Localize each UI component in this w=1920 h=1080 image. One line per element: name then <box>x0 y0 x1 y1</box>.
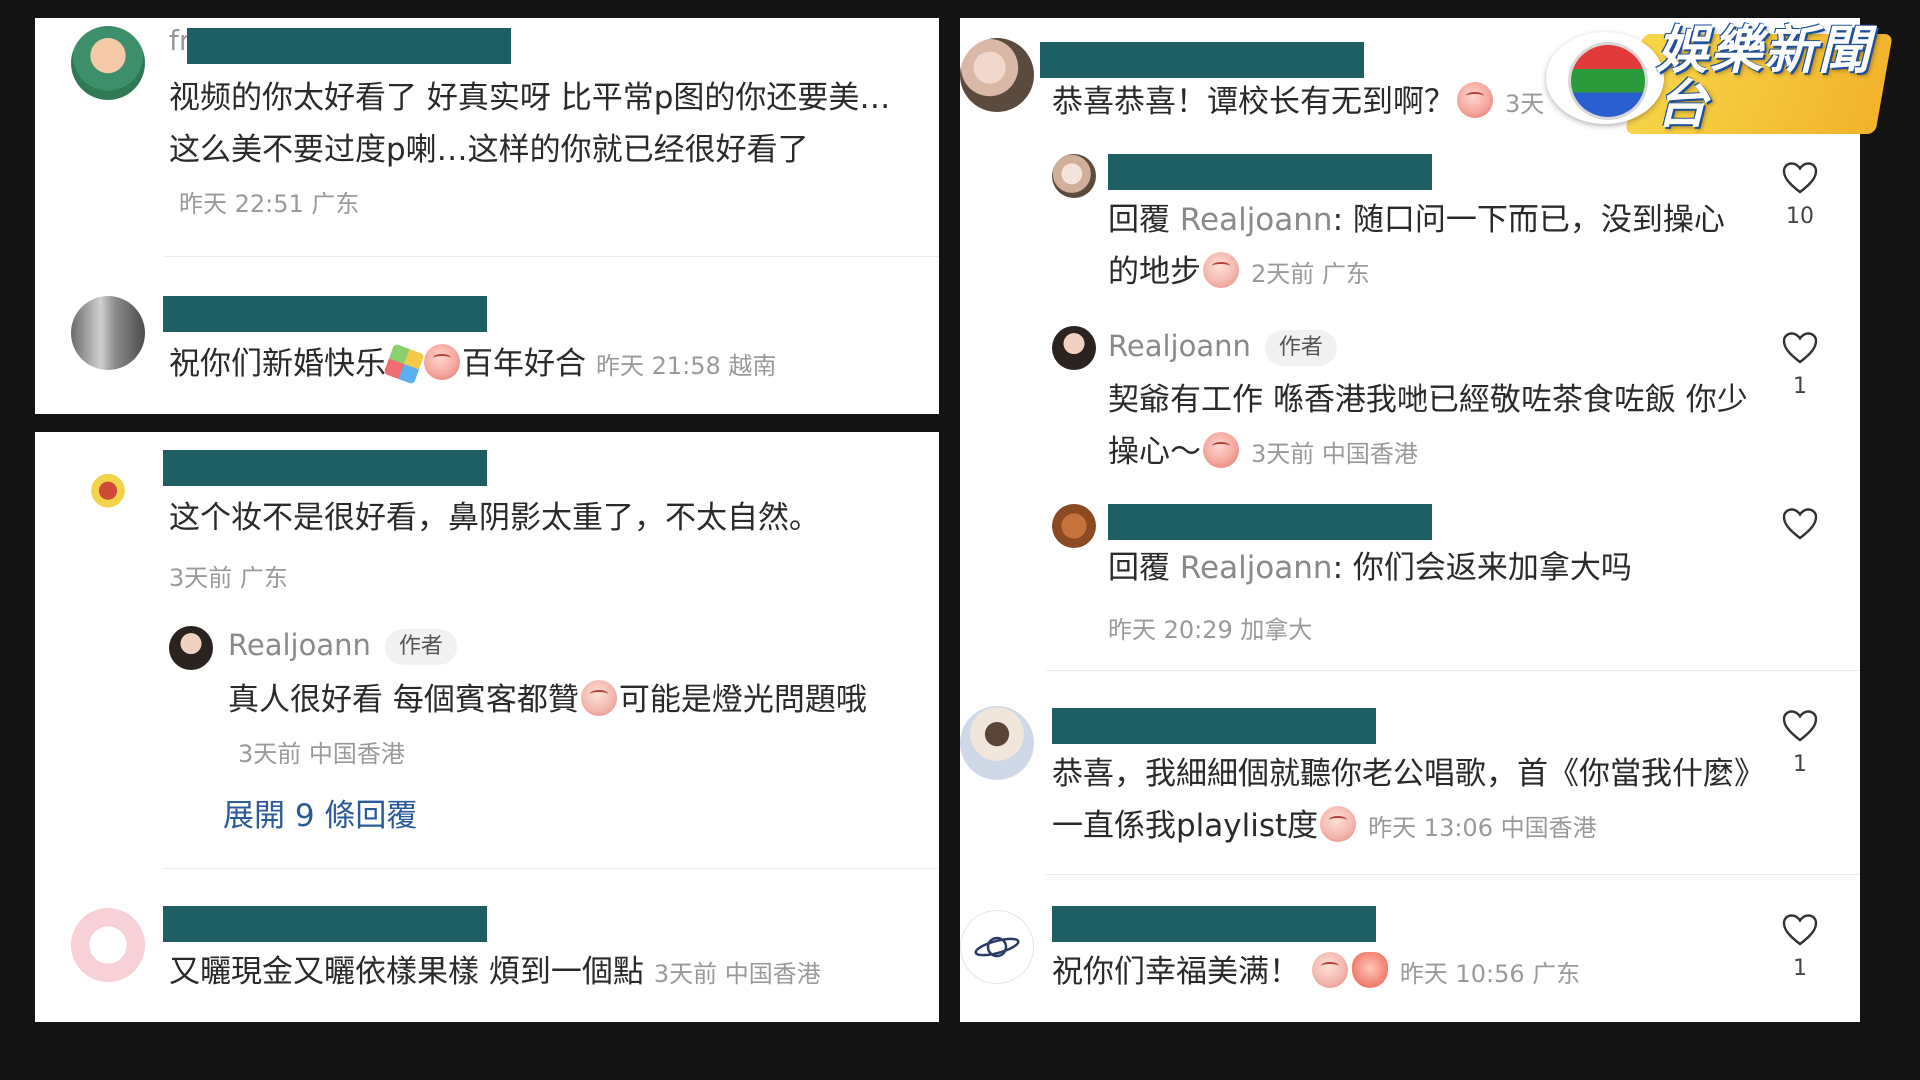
face-emoji-icon <box>1457 82 1493 118</box>
like-heart-icon[interactable] <box>1782 508 1818 540</box>
comment-panel-left-bottom: 这个妆不是很好看，鼻阴影太重了，不太自然。 3天前 广东 Realjoann 作者… <box>35 432 939 1022</box>
comment-text: 恭喜，我細細個就聽你老公唱歌，首《你當我什麼》一直係我playlist度 昨天 1… <box>1052 756 1750 844</box>
comment-text: 恭喜恭喜！谭校长有无到啊？ 3天 <box>1052 82 1545 120</box>
reply-target-username[interactable]: Realjoann <box>1180 550 1333 586</box>
face-emoji-icon <box>580 680 617 716</box>
comment-panel-left-top: fr 视频的你太好看了 好真实呀 比平常p图的你还要美…这么美不要过度p喇…这样… <box>35 18 939 414</box>
like-heart-icon[interactable] <box>1782 332 1818 364</box>
redacted-username <box>1040 42 1364 78</box>
author-badge: 作者 <box>1264 330 1337 366</box>
reply-text: 回覆 Realjoann: 随口问一下而已，没到操心的地步 2天前 广东 <box>1108 202 1725 290</box>
avatar[interactable] <box>1052 504 1096 548</box>
face-emoji-icon <box>1320 806 1357 842</box>
avatar[interactable] <box>71 296 145 370</box>
divider <box>1046 874 1860 875</box>
divider <box>163 256 939 257</box>
redacted-username <box>1052 708 1376 744</box>
comment-meta: 3天 <box>1505 90 1545 118</box>
comment-meta: 3天前 中国香港 <box>653 960 821 988</box>
reply-target-username[interactable]: Realjoann <box>1180 202 1333 238</box>
avatar[interactable] <box>960 706 1034 780</box>
comment-text: 这个妆不是很好看，鼻阴影太重了，不太自然。 <box>169 500 820 536</box>
author-badge: 作者 <box>384 629 457 665</box>
redacted-username <box>1108 154 1432 190</box>
face-emoji-icon <box>1203 432 1239 468</box>
like-heart-icon[interactable] <box>1782 162 1818 194</box>
comment-text: 视频的你太好看了 好真实呀 比平常p图的你还要美…这么美不要过度p喇…这样的你就… <box>169 80 891 218</box>
redacted-username <box>163 450 487 486</box>
reply-text: 契爺有工作 喺香港我哋已經敬咗茶食咗飯 你少操心～ 3天前 中国香港 <box>1108 382 1748 470</box>
comment-text: 又曬現金又曬依樣果樣 煩到一個點 3天前 中国香港 <box>169 954 821 990</box>
divider <box>163 868 939 869</box>
redacted-username <box>163 296 487 332</box>
reply-username[interactable]: Realjoann <box>1108 329 1251 363</box>
comment-meta: 3天前 广东 <box>169 564 288 592</box>
like-count: 1 <box>1793 752 1807 777</box>
redacted-username <box>163 906 487 942</box>
avatar[interactable] <box>71 450 145 524</box>
avatar[interactable] <box>71 26 145 100</box>
logo-text: 娛樂新聞台 <box>1656 21 1873 135</box>
avatar[interactable] <box>960 38 1034 112</box>
crying-face-emoji-icon <box>1311 952 1348 988</box>
redacted-username <box>1052 906 1376 942</box>
like-count: 10 <box>1786 204 1814 229</box>
reply-username[interactable]: Realjoann <box>228 628 371 662</box>
reply-text: 回覆 Realjoann: 你们会返来加拿大吗 <box>1108 550 1632 586</box>
author-avatar[interactable] <box>169 626 213 670</box>
redacted-username <box>1108 504 1432 540</box>
reply-text: 真人很好看 每個賓客都贊 可能是燈光問題哦3天前 中国香港 <box>228 680 867 768</box>
divider <box>1046 670 1860 671</box>
tvb-icon <box>1568 42 1648 120</box>
comment-meta: 昨天 22:51 广东 <box>179 190 360 218</box>
party-popper-emoji-icon <box>383 343 425 385</box>
comment-text: 祝你们幸福美满！ 昨天 10:56 广东 <box>1052 952 1581 990</box>
face-emoji-icon <box>424 344 460 380</box>
like-count: 1 <box>1793 956 1807 981</box>
avatar[interactable] <box>71 908 145 982</box>
comment-meta: 昨天 13:06 中国香港 <box>1368 814 1597 842</box>
reply-meta: 昨天 20:29 加拿大 <box>1108 616 1313 644</box>
author-avatar[interactable] <box>1052 326 1096 370</box>
clapping-hands-emoji-icon <box>1351 952 1388 988</box>
like-count: 1 <box>1793 374 1807 399</box>
planet-icon <box>974 936 1020 958</box>
avatar[interactable] <box>1052 154 1096 198</box>
redacted-username <box>187 28 511 64</box>
comment-text: 祝你们新婚快乐 百年好合 昨天 21:58 越南 <box>169 338 929 392</box>
reply-meta: 2天前 广东 <box>1251 260 1370 288</box>
tvb-entertainment-news-logo: 娛樂新聞台 <box>1546 18 1893 142</box>
expand-replies-link[interactable]: 展開 9 條回覆 <box>223 790 417 835</box>
comment-panel-right: 恭喜恭喜！谭校长有无到啊？ 3天 回覆 Realjoann: 随口问一下而已，没到… <box>960 18 1860 1022</box>
comment-meta: 昨天 10:56 广东 <box>1399 960 1581 988</box>
crying-face-emoji-icon <box>1203 252 1239 288</box>
reply-author-line: Realjoann 作者 <box>1108 323 1337 369</box>
reply-author-line: Realjoann 作者 <box>228 622 457 668</box>
like-heart-icon[interactable] <box>1782 914 1818 946</box>
reply-meta: 3天前 中国香港 <box>238 740 405 768</box>
like-heart-icon[interactable] <box>1782 710 1818 742</box>
reply-meta: 3天前 中国香港 <box>1251 440 1418 468</box>
comment-meta: 昨天 21:58 越南 <box>596 352 777 380</box>
